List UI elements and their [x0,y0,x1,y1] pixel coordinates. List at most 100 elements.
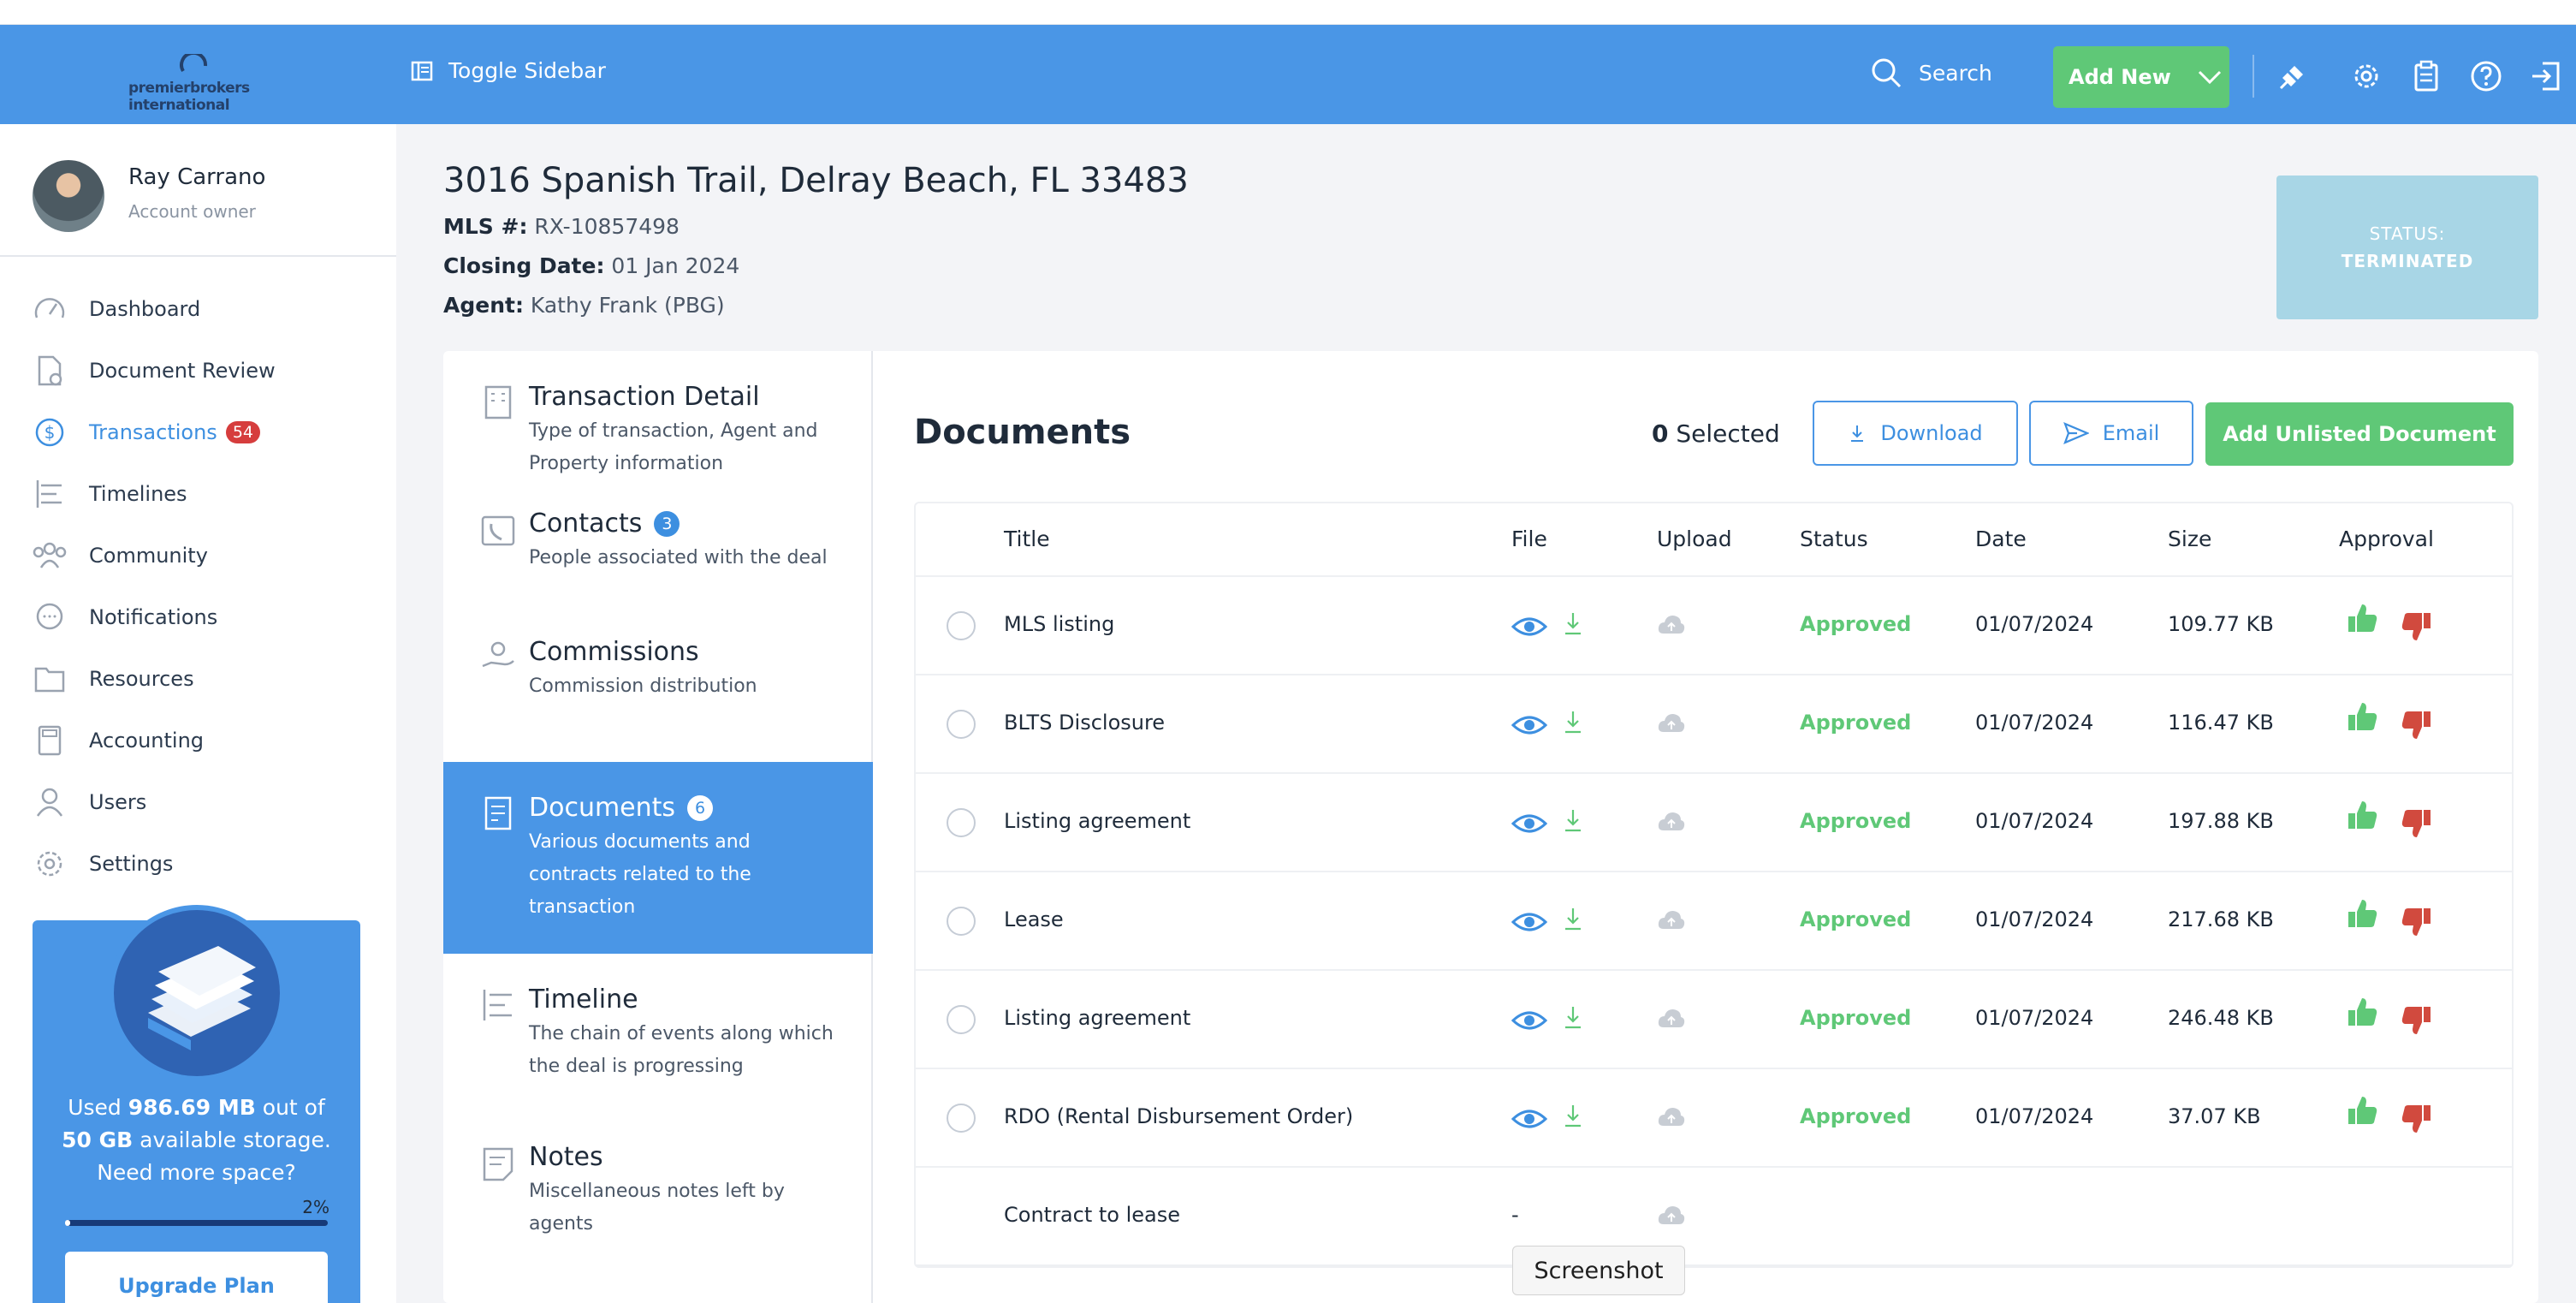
upload-cloud-icon[interactable] [1657,1007,1686,1031]
document-title[interactable]: Listing agreement [1004,1006,1190,1030]
view-eye-icon[interactable] [1511,615,1547,639]
user-name: Ray Carrano [128,164,266,190]
download-button[interactable]: Download [1813,401,2018,466]
sidebar-item-timelines[interactable]: Timelines [31,463,390,525]
email-button[interactable]: Email [2029,401,2193,466]
upgrade-plan-button[interactable]: Upgrade Plan [65,1252,328,1303]
tab-title: Contacts [529,509,643,538]
tab-documents[interactable]: Documents 6 Various documents and contract… [443,762,873,954]
document-title[interactable]: BLTS Disclosure [1004,711,1165,735]
storage-percent: 2% [302,1197,329,1217]
toggle-sidebar-button[interactable]: Toggle Sidebar [411,58,606,83]
column-header[interactable]: Status [1800,527,1868,551]
thumbs-down-icon[interactable] [2400,806,2434,841]
column-header[interactable]: File [1511,527,1547,551]
upload-cloud-icon[interactable] [1657,1204,1686,1228]
view-eye-icon[interactable] [1511,1107,1547,1131]
row-select-radio[interactable] [947,808,976,837]
column-header[interactable]: Date [1975,527,2027,551]
table-row: Listing agreement Approved 01/07/2024 19… [916,774,2512,872]
header-search-button[interactable]: Search [1869,56,1992,90]
row-select-radio[interactable] [947,710,976,739]
sidebar-item-label: Transactions [89,420,217,444]
thumbs-down-icon[interactable] [2400,905,2434,939]
download-icon[interactable] [1563,907,1583,931]
tab-commissions[interactable]: Commissions Commission distribution [443,606,873,733]
folder-icon [34,667,65,693]
view-eye-icon[interactable] [1511,812,1547,836]
tab-notes[interactable]: Notes Miscellaneous notes left by agents [443,1113,873,1270]
view-eye-icon[interactable] [1511,910,1547,934]
column-header[interactable]: Title [1004,527,1050,551]
download-icon[interactable] [1563,1104,1583,1127]
column-header[interactable]: Approval [2339,527,2434,551]
sidebar-item-users[interactable]: Users [31,771,390,833]
sidebar-item-settings[interactable]: Settings [31,833,390,895]
documents-stack-icon [148,946,256,1050]
mls-number: MLS #: RX-10857498 [443,214,680,239]
download-icon[interactable] [1563,1005,1583,1029]
view-eye-icon[interactable] [1511,713,1547,737]
thumbs-up-icon[interactable] [2345,896,2379,931]
company-logo[interactable]: premierbrokers international [128,54,265,114]
upload-cloud-icon[interactable] [1657,711,1686,735]
add-new-button[interactable]: Add New [2053,46,2229,108]
document-icon [484,796,512,830]
sidebar-item-dashboard[interactable]: Dashboard [31,278,390,340]
download-icon[interactable] [1563,808,1583,832]
document-title[interactable]: Contract to lease [1004,1203,1180,1227]
sidebar-item-accounting[interactable]: Accounting [31,710,390,771]
logout-button[interactable] [2526,57,2566,96]
tab-title: Transaction Detail [529,382,760,412]
document-status: Approved [1800,1006,1912,1030]
column-header[interactable]: Upload [1657,527,1732,551]
download-icon[interactable] [1563,710,1583,734]
thumbs-up-icon[interactable] [2345,798,2379,832]
row-select-radio[interactable] [947,907,976,936]
row-select-radio[interactable] [947,1005,976,1034]
document-title[interactable]: RDO (Rental Disbursement Order) [1004,1104,1353,1128]
upload-cloud-icon[interactable] [1657,810,1686,834]
add-unlisted-document-button[interactable]: Add Unlisted Document [2205,402,2514,466]
thumbs-down-icon[interactable] [2400,610,2434,644]
storage-illustration [109,905,285,1081]
thumbs-down-icon[interactable] [2400,708,2434,742]
sidebar-item-document-review[interactable]: Document Review [31,340,390,402]
document-title[interactable]: Listing agreement [1004,809,1190,833]
row-select-radio[interactable] [947,1104,976,1133]
document-size: 37.07 KB [2168,1104,2261,1128]
document-status: Approved [1800,612,1912,636]
row-select-radio[interactable] [947,611,976,640]
document-title[interactable]: Lease [1004,907,1064,931]
document-size: 217.68 KB [2168,907,2274,931]
column-header[interactable]: Size [2168,527,2211,551]
browser-bookmarks-strip [0,0,2576,25]
clipboard-button[interactable] [2407,57,2446,96]
thumbs-down-icon[interactable] [2400,1102,2434,1136]
tab-transaction-detail[interactable]: Transaction Detail Type of transaction, … [443,351,873,479]
upload-cloud-icon[interactable] [1657,908,1686,932]
upload-cloud-icon[interactable] [1657,1105,1686,1129]
documents-title: Documents [914,413,1131,452]
settings-button[interactable] [2347,57,2386,96]
help-button[interactable] [2466,57,2506,96]
sidebar-item-resources[interactable]: Resources [31,648,390,710]
thumbs-up-icon[interactable] [2345,601,2379,635]
avatar[interactable] [33,160,104,232]
pin-off-button[interactable] [2273,57,2312,96]
thumbs-up-icon[interactable] [2345,995,2379,1029]
thumbs-up-icon[interactable] [2345,1093,2379,1127]
thumbs-up-icon[interactable] [2345,699,2379,734]
tab-contacts[interactable]: Contacts 3 People associated with the dea… [443,479,873,606]
help-icon [2471,61,2502,92]
sidebar-item-notifications[interactable]: Notifications [31,586,390,648]
document-title[interactable]: MLS listing [1004,612,1114,636]
view-eye-icon[interactable] [1511,1008,1547,1032]
thumbs-down-icon[interactable] [2400,1003,2434,1038]
tab-timeline[interactable]: Timeline The chain of events along which… [443,954,873,1113]
sidebar-item-transactions[interactable]: $ Transactions 54 [31,402,390,463]
upload-cloud-icon[interactable] [1657,613,1686,637]
document-date: 01/07/2024 [1975,1006,2094,1030]
download-icon[interactable] [1563,611,1583,635]
sidebar-item-community[interactable]: Community [31,525,390,586]
